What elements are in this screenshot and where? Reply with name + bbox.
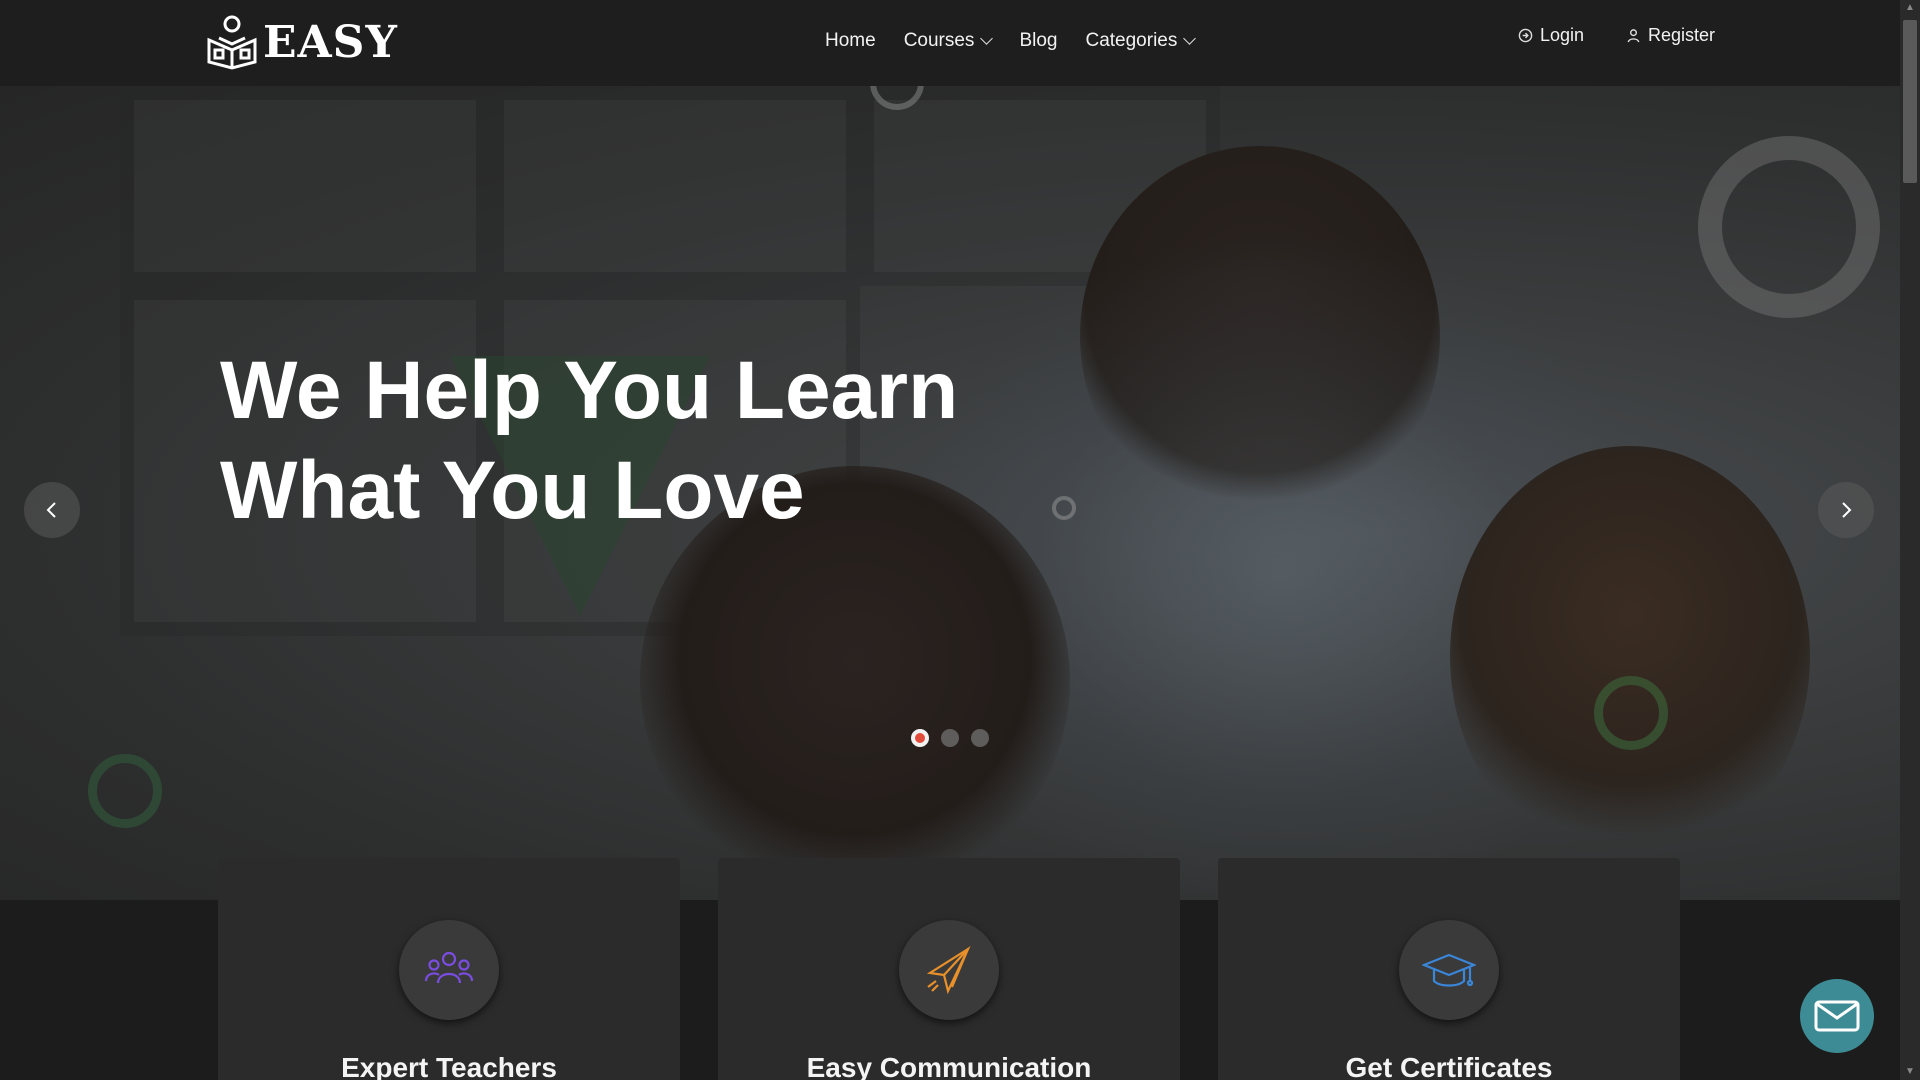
book-reader-logo-icon <box>207 15 257 70</box>
feature-card: Expert Teachers <box>218 858 680 1080</box>
logo-text: EASY <box>263 16 398 68</box>
hero-background-image <box>1450 446 1810 866</box>
feature-icon-circle <box>399 920 499 1020</box>
nav-home[interactable]: Home <box>825 30 876 52</box>
decorative-ring <box>1594 676 1668 750</box>
scroll-down-arrow[interactable]: ▼ <box>1905 1066 1915 1077</box>
main-nav: Home Courses Blog Categories <box>825 30 1197 52</box>
hero-title-line: What You Love <box>220 445 805 536</box>
nav-blog[interactable]: Blog <box>1019 30 1057 52</box>
slider-prev-button[interactable] <box>24 482 80 538</box>
people-group-icon <box>424 951 474 984</box>
nav-categories-label: Categories <box>1085 30 1178 51</box>
site-header: EASY Home Courses Blog Categories Login … <box>0 0 1900 86</box>
nav-blog-label: Blog <box>1019 30 1058 51</box>
login-label: Login <box>1540 25 1585 45</box>
register-link[interactable]: Register <box>1626 25 1715 46</box>
slider-dot[interactable] <box>941 729 959 747</box>
chevron-right-icon <box>1842 502 1852 518</box>
login-link[interactable]: Login <box>1518 25 1584 46</box>
contact-mail-button[interactable] <box>1800 979 1874 1053</box>
scroll-up-arrow[interactable]: ▲ <box>1905 2 1915 13</box>
feature-icon-circle <box>899 920 999 1020</box>
nav-categories[interactable]: Categories <box>1085 30 1197 52</box>
page-scrollbar[interactable]: ▲ ▼ <box>1900 0 1920 1080</box>
feature-title: Get Certificates <box>1345 1052 1553 1080</box>
register-label: Register <box>1648 25 1716 45</box>
nav-courses[interactable]: Courses <box>903 30 994 52</box>
feature-icon-circle <box>1399 920 1499 1020</box>
envelope-icon <box>1814 1000 1860 1032</box>
feature-title: Easy Communication <box>806 1052 1092 1080</box>
slider-next-button[interactable] <box>1818 482 1874 538</box>
graduation-cap-icon <box>1422 953 1476 987</box>
hero-title: We Help You Learn What You Love <box>220 341 1120 541</box>
chevron-down-icon <box>1183 32 1197 45</box>
decorative-ring <box>1698 136 1880 318</box>
nav-home-label: Home <box>825 30 876 51</box>
chevron-down-icon <box>980 32 994 45</box>
nav-courses-label: Courses <box>903 30 975 51</box>
slider-dot[interactable] <box>971 729 989 747</box>
logo[interactable]: EASY <box>205 14 398 70</box>
user-icon <box>1627 29 1640 43</box>
chevron-left-icon <box>46 502 56 518</box>
hero-slider: We Help You Learn What You Love <box>0 86 1900 900</box>
decorative-ring <box>88 754 162 828</box>
hero-title-line: We Help You Learn <box>220 345 959 436</box>
scroll-thumb[interactable] <box>1903 20 1917 183</box>
login-icon <box>1518 28 1533 43</box>
feature-card: Easy Communication <box>718 858 1180 1080</box>
feature-card: Get Certificates <box>1218 858 1680 1080</box>
slider-dots <box>911 729 989 747</box>
feature-title: Expert Teachers <box>341 1052 557 1080</box>
paper-plane-icon <box>926 946 971 995</box>
slider-dot[interactable] <box>911 729 929 747</box>
